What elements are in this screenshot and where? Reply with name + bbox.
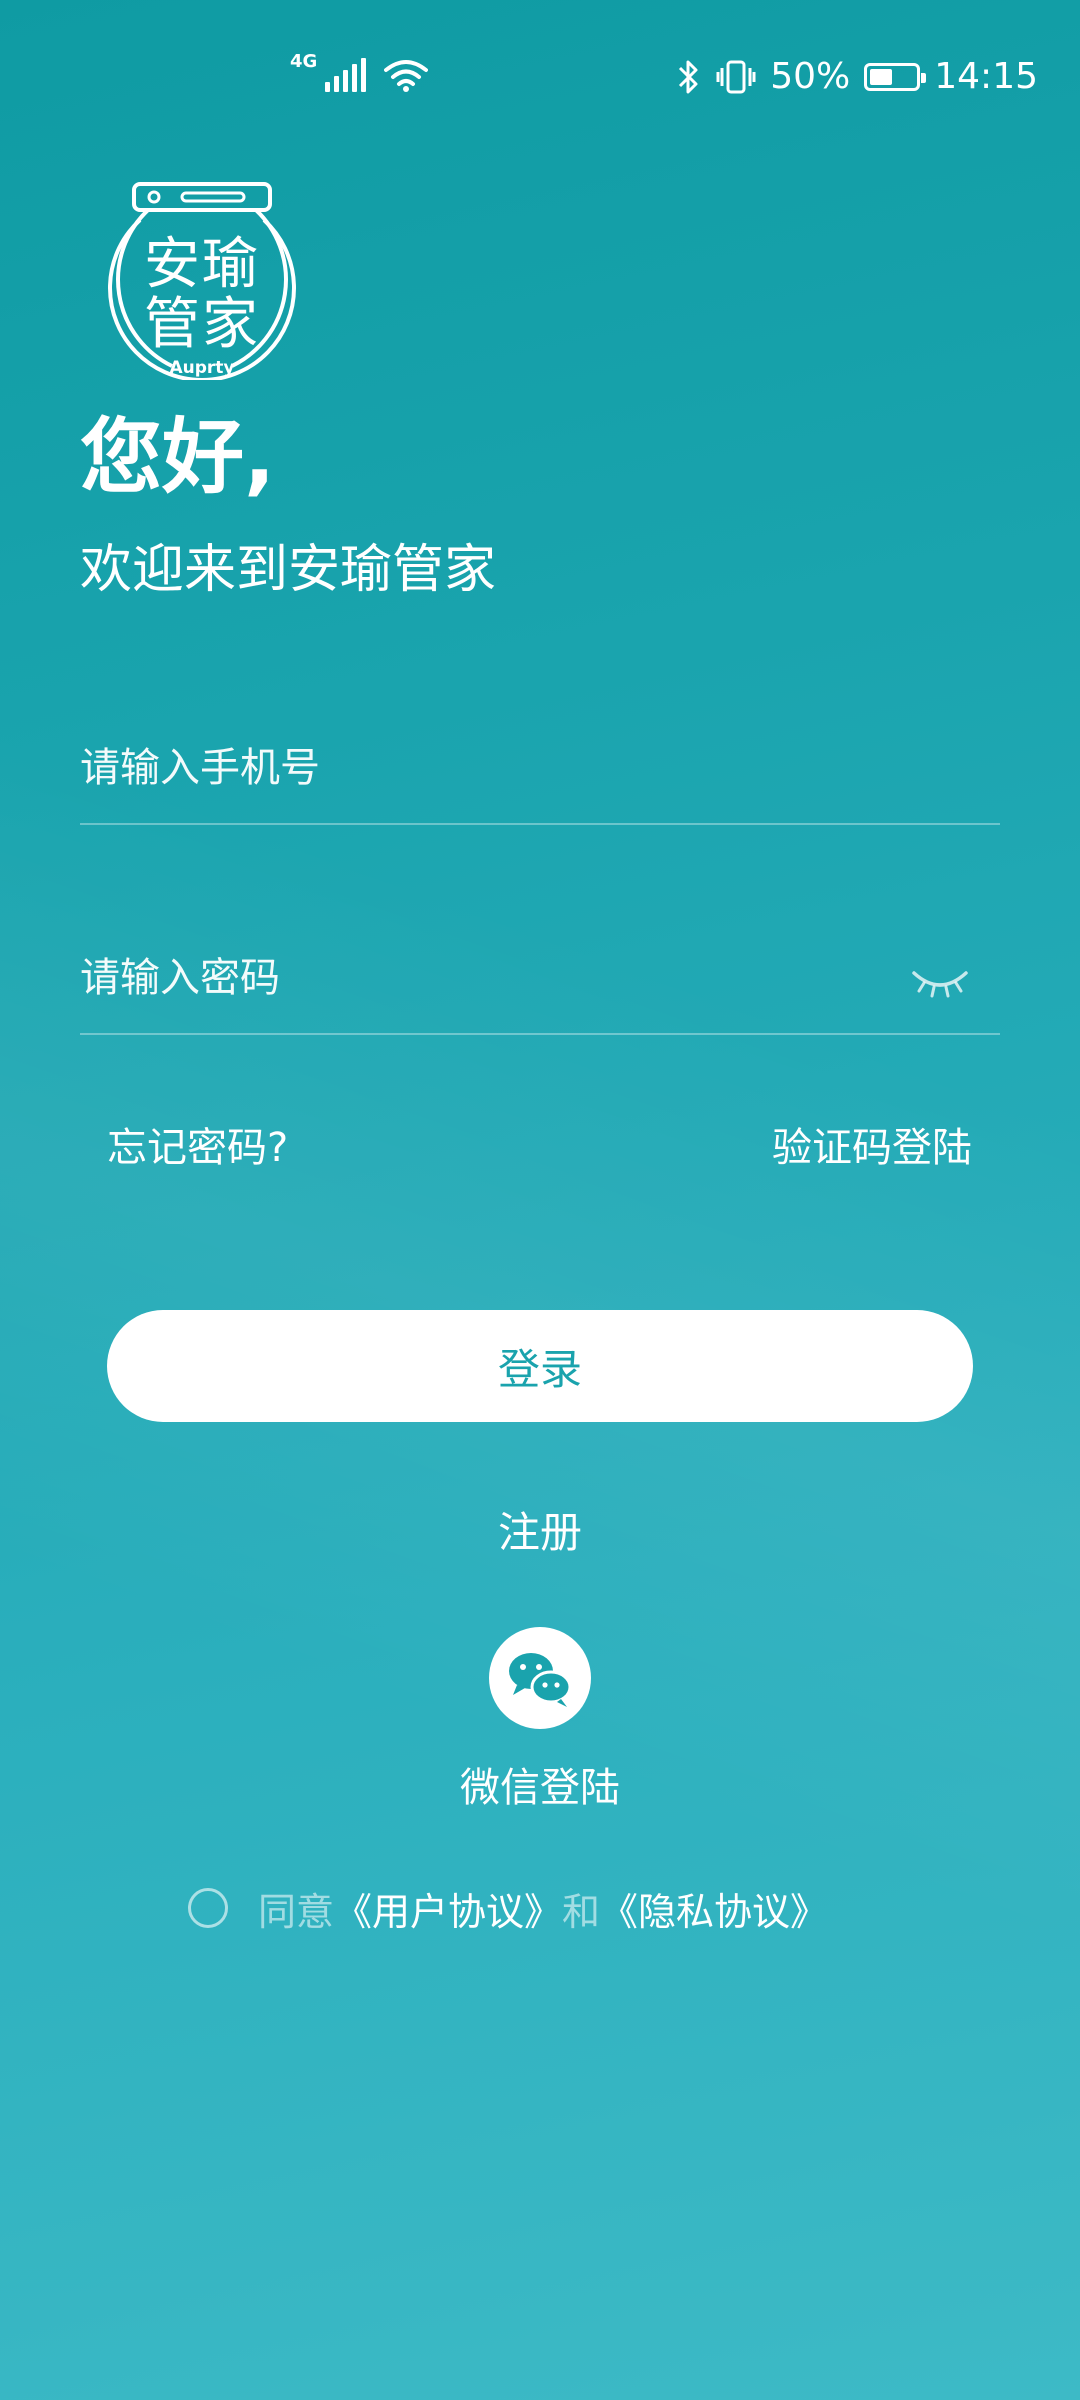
user-agreement-link[interactable]: 《用户协议》 [334,1881,562,1936]
register-link[interactable]: 注册 [498,1508,582,1557]
wechat-login-label: 微信登陆 [460,1765,620,1811]
battery-percent: 50% [770,56,851,97]
app-logo: 安瑜 管家 Auprty [102,180,302,380]
password-field [80,923,1000,1035]
privacy-agreement-link[interactable]: 《隐私协议》 [600,1881,828,1936]
phone-input[interactable] [80,713,900,823]
vibrate-icon [716,60,756,93]
wifi-icon [384,60,429,92]
logo-subtitle: Auprty [169,358,235,378]
forgot-password-link[interactable]: 忘记密码? [107,1118,288,1178]
logo-text: 安瑜 管家 [102,235,302,355]
register-row: 注册 [0,1503,1080,1563]
signal-icon [325,58,367,92]
agreement-prefix: 同意 [258,1889,335,1934]
sms-login-link[interactable]: 验证码登陆 [772,1118,972,1178]
greeting-title: 您好, [80,410,276,505]
battery-icon [864,62,927,91]
agreement-checkbox[interactable] [188,1888,228,1928]
login-screen: 4G 50% 14:15 安瑜 管家 Auprty 您好, 欢迎来到安瑜管家 请… [0,0,1080,2400]
agreement-row: 同意 《用户协议》 和 《隐私协议》 [188,1878,828,1938]
password-input[interactable] [80,923,900,1033]
logo-line-1: 安瑜 [144,232,260,297]
eye-closed-icon[interactable] [910,963,970,1003]
bluetooth-icon [679,60,698,93]
phone-field [80,713,1000,825]
signal-group: 4G [290,51,429,92]
status-time: 14:15 [934,56,1038,97]
battery-fill [870,68,893,85]
status-right-group: 50% 14:15 [676,56,1038,97]
network-type-label: 4G [290,51,318,72]
login-button[interactable]: 登录 [107,1310,973,1422]
logo-line-2: 管家 [144,292,260,357]
status-bar: 4G 50% 14:15 [0,0,1080,160]
wechat-login-button[interactable] [489,1627,591,1729]
greeting-subtitle: 欢迎来到安瑜管家 [80,540,497,600]
wechat-icon [509,1653,572,1707]
agreement-conjunction: 和 [562,1889,601,1934]
